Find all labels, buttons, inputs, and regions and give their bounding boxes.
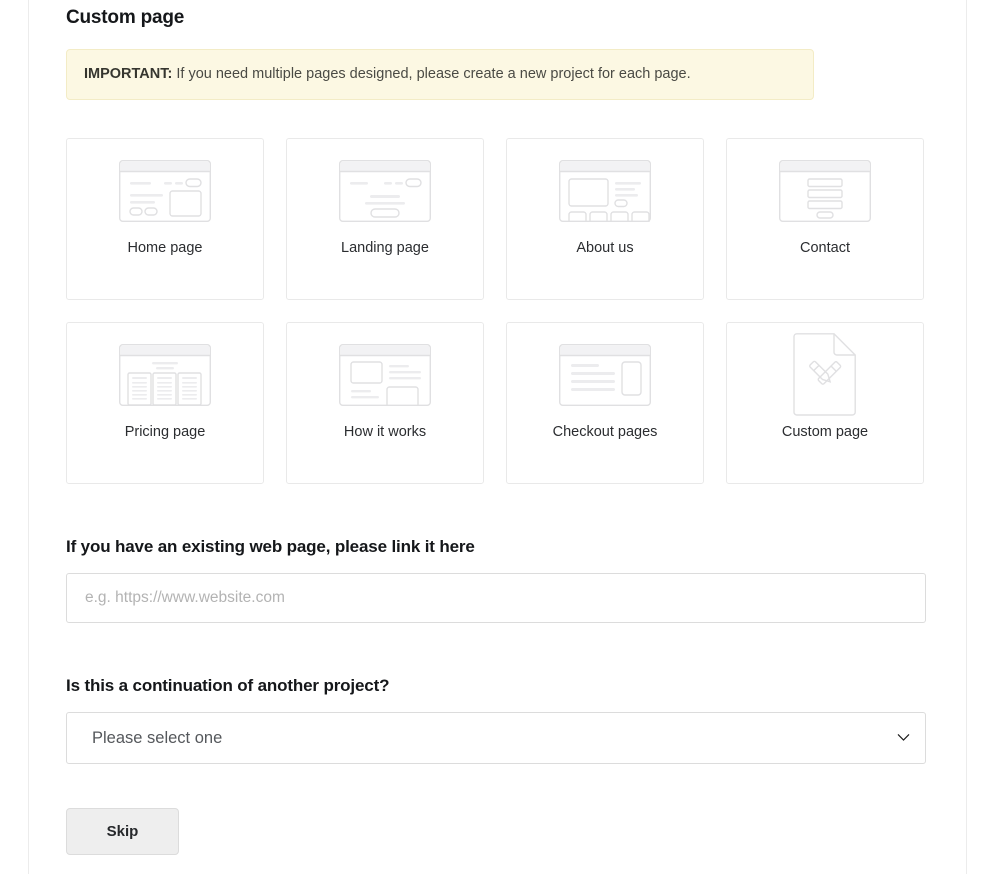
- checkout-wireframe-icon: [507, 323, 703, 427]
- notice-strong-label: IMPORTANT:: [84, 66, 173, 82]
- page-type-card-custom-page[interactable]: Custom page: [726, 322, 924, 484]
- page-type-label: How it works: [343, 424, 427, 440]
- important-notice: IMPORTANT: If you need multiple pages de…: [66, 49, 814, 100]
- page-type-label: Home page: [127, 240, 203, 256]
- page-type-label: Contact: [800, 240, 850, 256]
- about-us-wireframe-icon: [507, 139, 703, 243]
- notice-text: If you need multiple pages designed, ple…: [172, 66, 691, 82]
- page-type-card-how-it-works[interactable]: How it works: [286, 322, 484, 484]
- skip-button[interactable]: Skip: [66, 808, 179, 855]
- how-it-works-wireframe-icon: [287, 323, 483, 427]
- page-type-card-landing-page[interactable]: Landing page: [286, 138, 484, 300]
- page-type-label: Pricing page: [124, 424, 206, 440]
- page-type-card-home-page[interactable]: Home page: [66, 138, 264, 300]
- continuation-select-wrap: Please select one: [66, 712, 926, 764]
- continuation-label: Is this a continuation of another projec…: [66, 676, 390, 695]
- page-title: Custom page: [66, 7, 185, 28]
- page-type-card-contact[interactable]: Contact: [726, 138, 924, 300]
- page-type-card-pricing-page[interactable]: Pricing page: [66, 322, 264, 484]
- right-rail-divider: [966, 0, 967, 874]
- existing-page-url-input[interactable]: [66, 573, 926, 623]
- home-page-wireframe-icon: [67, 139, 263, 243]
- form-actions: Skip: [66, 808, 926, 855]
- landing-page-wireframe-icon: [287, 139, 483, 243]
- page-type-label: Landing page: [341, 240, 429, 256]
- left-rail-divider: [28, 0, 29, 874]
- continuation-select-value: Please select one: [92, 728, 223, 747]
- page-type-label: Checkout pages: [552, 424, 658, 440]
- continuation-field-group: Is this a continuation of another projec…: [66, 675, 926, 764]
- page-type-label: About us: [576, 240, 634, 256]
- custom-page-document-tools-icon: [727, 323, 923, 427]
- page-type-card-about-us[interactable]: About us: [506, 138, 704, 300]
- page-frame: Custom page IMPORTANT: If you need multi…: [0, 0, 1000, 874]
- page-type-grid: Home page Landing page About us Contact …: [66, 138, 926, 484]
- page-type-card-checkout-pages[interactable]: Checkout pages: [506, 322, 704, 484]
- existing-page-field-group: If you have an existing web page, please…: [66, 536, 926, 623]
- form-content: Custom page IMPORTANT: If you need multi…: [66, 0, 926, 855]
- page-type-label: Custom page: [781, 424, 869, 440]
- existing-page-label: If you have an existing web page, please…: [66, 537, 475, 556]
- contact-form-wireframe-icon: [727, 139, 923, 243]
- pricing-table-wireframe-icon: [67, 323, 263, 427]
- continuation-select[interactable]: Please select one: [66, 712, 926, 764]
